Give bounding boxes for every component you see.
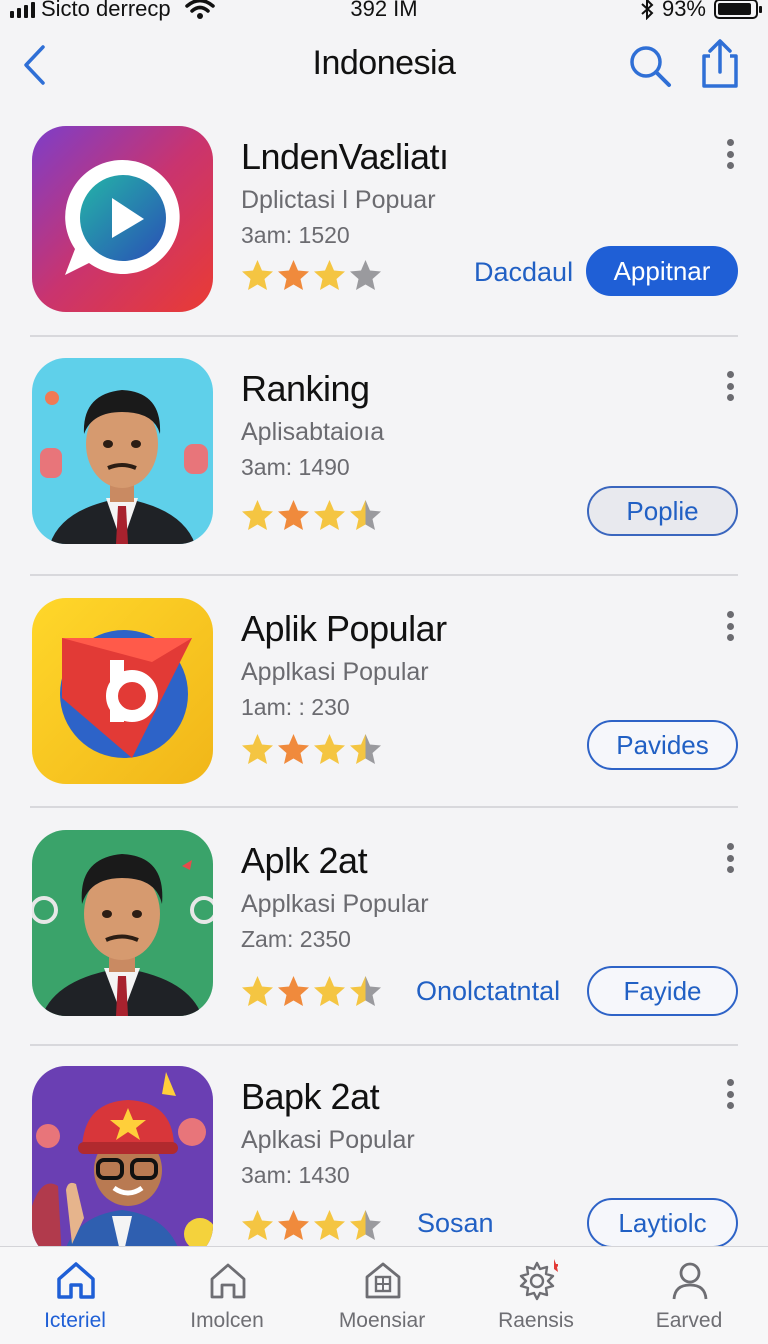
rating-stars: [240, 732, 383, 767]
get-button[interactable]: Laytiolc: [587, 1198, 738, 1248]
app-icon-play[interactable]: [32, 598, 213, 784]
star-icon: [278, 1210, 309, 1240]
app-icon-ranking[interactable]: [32, 358, 213, 544]
tab-explore[interactable]: Imolcen: [152, 1247, 302, 1344]
star-icon: [350, 734, 381, 764]
star-icon: [314, 976, 345, 1006]
app-category: Applkasi Popular: [241, 658, 429, 686]
star-icon: [350, 500, 381, 530]
star-icon: [278, 734, 309, 764]
app-icon-chat[interactable]: [32, 126, 213, 312]
star-icon: [242, 734, 273, 764]
tab-profile[interactable]: Earved: [614, 1247, 764, 1344]
get-button[interactable]: Pavides: [587, 720, 738, 770]
rating-stars: [240, 1208, 383, 1243]
star-icon: [350, 260, 381, 290]
status-right: 93%: [640, 0, 762, 22]
app-name[interactable]: Bapk 2at: [241, 1076, 380, 1118]
star-icon: [314, 734, 345, 764]
app-name[interactable]: LndenVaɛliatı: [241, 136, 449, 178]
star-icon: [278, 500, 309, 530]
app-name[interactable]: Aplik Popular: [241, 608, 447, 650]
download-link[interactable]: Dacdaul: [474, 257, 573, 288]
app-meta: 3am: 1430: [241, 1162, 350, 1188]
app-category: Aplisabtaioıa: [241, 418, 385, 446]
tab-settings[interactable]: Raensis: [461, 1247, 611, 1344]
star-icon: [314, 500, 345, 530]
star-icon: [278, 260, 309, 290]
rating-stars: [240, 974, 383, 1009]
share-button[interactable]: [696, 38, 744, 90]
list-item[interactable]: Ranking Aplisabtaioıa 3am: 1490 Poplie: [0, 344, 768, 576]
building-icon: [365, 1262, 401, 1299]
more-options-button[interactable]: [718, 840, 742, 876]
search-icon: [630, 46, 671, 87]
rating-stars: [240, 498, 383, 533]
star-icon: [242, 500, 273, 530]
more-options-button[interactable]: [718, 1076, 742, 1112]
header: Indonesia: [0, 30, 768, 100]
app-meta: 3am: 1520: [241, 222, 350, 248]
app-name[interactable]: Aplk 2at: [241, 840, 368, 882]
get-button[interactable]: Appitnar: [586, 246, 738, 296]
star-icon: [242, 976, 273, 1006]
app-meta: 3am: 1490: [241, 454, 350, 480]
list-item[interactable]: Aplik Popular Applkasi Popular 1am: : 23…: [0, 584, 768, 816]
more-options-button[interactable]: [718, 368, 742, 404]
app-category: Applkasi Popular: [241, 890, 429, 918]
star-icon: [350, 976, 381, 1006]
tab-apps[interactable]: Moensiar: [307, 1247, 457, 1344]
search-button[interactable]: [626, 42, 674, 90]
tab-label: Icteriel: [44, 1309, 106, 1332]
person-icon: [672, 1262, 708, 1300]
home-outline-icon: [210, 1263, 246, 1299]
app-meta: Zam: 2350: [241, 926, 351, 952]
get-button[interactable]: Poplie: [587, 486, 738, 536]
app-icon-character[interactable]: [32, 1066, 213, 1260]
status-bar: Sicto derrecp 392 IM 93%: [0, 0, 768, 26]
tab-label: Moensiar: [338, 1309, 426, 1332]
more-options-button[interactable]: [718, 608, 742, 644]
list-item[interactable]: LndenVaɛliatı Dplictasi l Popuar 3am: 15…: [0, 112, 768, 344]
divider: [30, 335, 738, 337]
home-icon: [57, 1262, 95, 1299]
divider: [30, 574, 738, 576]
star-icon: [314, 1210, 345, 1240]
battery-icon: [714, 0, 762, 19]
list-item[interactable]: Aplk 2at Applkasi Popular Zam: 2350 Onol…: [0, 816, 768, 1048]
app-name[interactable]: Ranking: [241, 368, 370, 410]
tab-label: Earved: [655, 1309, 723, 1332]
share-icon: [702, 39, 738, 88]
gear-icon: [519, 1259, 558, 1301]
more-options-button[interactable]: [718, 136, 742, 172]
bluetooth-icon: [641, 0, 654, 20]
app-category: Aplkasi Popular: [241, 1126, 415, 1154]
star-icon: [314, 260, 345, 290]
battery-percent: 93%: [661, 0, 706, 21]
star-icon: [278, 976, 309, 1006]
details-link[interactable]: Onolctatntal: [416, 976, 560, 1007]
tab-label: Imolcen: [190, 1309, 264, 1332]
app-category: Dplictasi l Popuar: [241, 186, 436, 214]
star-icon: [242, 260, 273, 290]
app-icon-profile[interactable]: [32, 830, 213, 1016]
divider: [30, 806, 738, 808]
get-button[interactable]: Fayide: [587, 966, 738, 1016]
tab-label: Raensis: [498, 1309, 574, 1332]
tab-home[interactable]: Icteriel: [0, 1247, 150, 1344]
star-icon: [242, 1210, 273, 1240]
tab-bar: Icteriel Imolcen Moensiar Raensis Earved: [0, 1246, 768, 1344]
share-link[interactable]: Sosan: [417, 1208, 494, 1239]
app-meta: 1am: : 230: [241, 694, 350, 720]
star-icon: [350, 1210, 381, 1240]
rating-stars: [240, 258, 383, 293]
divider: [30, 1044, 738, 1046]
